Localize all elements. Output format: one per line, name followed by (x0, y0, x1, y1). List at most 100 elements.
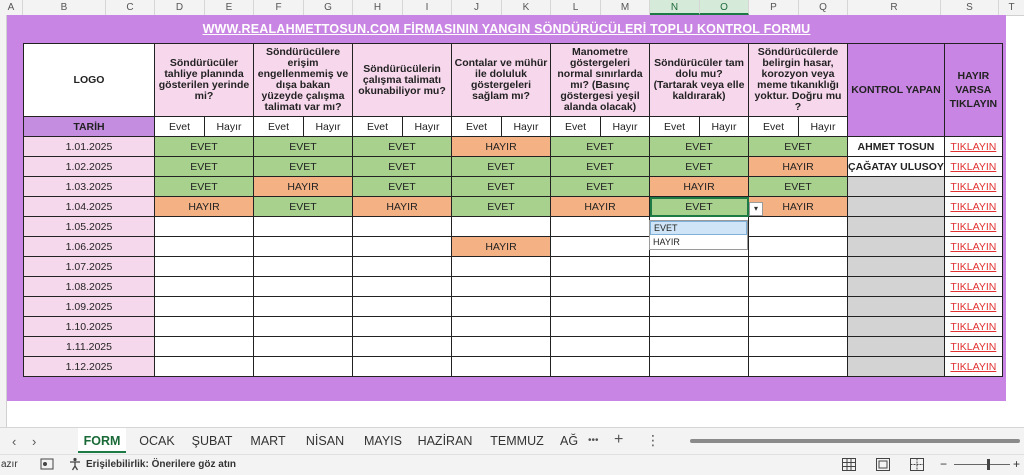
macro-record-icon[interactable] (40, 458, 54, 473)
add-sheet-icon[interactable]: + (614, 431, 623, 449)
date-cell[interactable]: 1.01.2025 (23, 136, 155, 157)
answer-cell[interactable]: EVET (550, 136, 650, 157)
kontrol-yapan-cell[interactable]: AHMET TOSUN (847, 136, 945, 157)
hayir-subheader[interactable]: Hayır (798, 116, 848, 137)
answer-cell[interactable] (550, 276, 650, 297)
answer-cell[interactable]: EVET (154, 136, 254, 157)
answer-cell[interactable] (451, 296, 551, 317)
answer-cell[interactable] (649, 356, 749, 377)
tiklayin-link[interactable]: TIKLAYIN (943, 156, 1003, 177)
answer-cell[interactable] (451, 256, 551, 277)
answer-cell[interactable]: EVET (352, 176, 452, 197)
answer-cell[interactable] (451, 356, 551, 377)
date-cell[interactable]: 1.07.2025 (23, 256, 155, 277)
answer-cell[interactable]: EVET (649, 196, 749, 217)
sheet-tab-2[interactable]: OCAK (132, 428, 182, 453)
answer-cell[interactable]: HAYIR (451, 236, 551, 257)
answer-cell[interactable] (253, 336, 353, 357)
answer-cell[interactable] (352, 316, 452, 337)
date-cell[interactable]: 1.06.2025 (23, 236, 155, 257)
date-cell[interactable]: 1.11.2025 (23, 336, 155, 357)
kontrol-yapan-cell[interactable] (847, 236, 945, 257)
date-cell[interactable]: 1.10.2025 (23, 316, 155, 337)
answer-cell[interactable]: EVET (253, 136, 353, 157)
answer-cell[interactable] (253, 236, 353, 257)
sheet-tab-7[interactable]: HAZİRAN (414, 428, 476, 453)
answer-cell[interactable] (352, 296, 452, 317)
answer-cell[interactable]: EVET (748, 136, 848, 157)
sheet-tab-5[interactable]: NİSAN (298, 428, 352, 453)
sheet-tab-1[interactable]: FORM (78, 428, 126, 453)
kontrol-yapan-cell[interactable] (847, 276, 945, 297)
column-header-e[interactable]: E (205, 0, 254, 15)
answer-cell[interactable] (550, 296, 650, 317)
column-header-q[interactable]: Q (799, 0, 848, 15)
answer-cell[interactable] (550, 316, 650, 337)
answer-cell[interactable]: EVET (649, 156, 749, 177)
answer-cell[interactable] (253, 256, 353, 277)
kontrol-yapan-cell[interactable] (847, 316, 945, 337)
answer-cell[interactable] (550, 216, 650, 237)
answer-cell[interactable] (748, 316, 848, 337)
accessibility-status[interactable]: Erişilebilirlik: Önerilere göz atın (86, 459, 236, 470)
hayir-varsa-header[interactable]: HAYIR VARSA TIKLAYIN (943, 43, 1003, 137)
answer-cell[interactable] (550, 236, 650, 257)
answer-cell[interactable]: HAYIR (154, 196, 254, 217)
sheet-tab-8[interactable]: TEMMUZ (482, 428, 552, 453)
kontrol-yapan-cell[interactable] (847, 336, 945, 357)
answer-cell[interactable] (748, 296, 848, 317)
answer-cell[interactable] (550, 336, 650, 357)
column-header-h[interactable]: H (353, 0, 403, 15)
column-header-a[interactable]: A (0, 0, 23, 15)
more-sheets-icon[interactable]: ••• (588, 435, 599, 446)
answer-cell[interactable]: EVET (352, 136, 452, 157)
answer-cell[interactable] (550, 256, 650, 277)
column-header-g[interactable]: G (304, 0, 353, 15)
column-header-c[interactable]: C (106, 0, 155, 15)
zoom-in-button[interactable]: + (1013, 457, 1020, 471)
evet-subheader[interactable]: Evet (550, 116, 601, 137)
answer-cell[interactable] (748, 336, 848, 357)
answer-cell[interactable]: EVET (550, 176, 650, 197)
date-cell[interactable]: 1.12.2025 (23, 356, 155, 377)
zoom-slider-track[interactable] (954, 464, 1010, 465)
column-header-t[interactable]: T (999, 0, 1024, 15)
column-header-k[interactable]: K (502, 0, 551, 15)
answer-cell[interactable] (550, 356, 650, 377)
hayir-subheader[interactable]: Hayır (303, 116, 353, 137)
answer-cell[interactable] (748, 216, 848, 237)
evet-subheader[interactable]: Evet (352, 116, 403, 137)
date-cell[interactable]: 1.03.2025 (23, 176, 155, 197)
answer-cell[interactable] (154, 356, 254, 377)
sheet-tab-6[interactable]: MAYIS (357, 428, 409, 453)
question-header-1[interactable]: Söndürücüler tahliye planında gösterilen… (154, 43, 254, 117)
answer-cell[interactable]: EVET (451, 176, 551, 197)
logo-cell[interactable]: LOGO (23, 43, 155, 117)
kontrol-yapan-cell[interactable]: ÇAĞATAY ULUSOY (847, 156, 945, 177)
evet-subheader[interactable]: Evet (748, 116, 799, 137)
normal-view-icon[interactable] (842, 458, 856, 474)
answer-cell[interactable] (649, 276, 749, 297)
kontrol-yapan-cell[interactable] (847, 196, 945, 217)
tab-bar-menu-icon[interactable]: ⋮ (646, 432, 660, 449)
answer-cell[interactable]: EVET (649, 136, 749, 157)
kontrol-yapan-cell[interactable] (847, 176, 945, 197)
answer-cell[interactable] (748, 256, 848, 277)
tiklayin-link[interactable]: TIKLAYIN (943, 316, 1003, 337)
answer-cell[interactable] (154, 276, 254, 297)
question-header-3[interactable]: Söndürücülerin çalışma talimatı okunabil… (352, 43, 452, 117)
answer-cell[interactable] (451, 216, 551, 237)
evet-subheader[interactable]: Evet (451, 116, 502, 137)
answer-cell[interactable]: HAYIR (748, 156, 848, 177)
evet-subheader[interactable]: Evet (253, 116, 304, 137)
answer-cell[interactable]: EVET (154, 156, 254, 177)
answer-cell[interactable]: HAYIR (253, 176, 353, 197)
chevron-right-icon[interactable]: › (32, 434, 36, 449)
page-break-icon[interactable] (910, 458, 924, 474)
page-layout-icon[interactable] (876, 458, 890, 474)
horizontal-scrollbar[interactable] (690, 439, 1020, 443)
column-header-l[interactable]: L (551, 0, 601, 15)
question-header-6[interactable]: Söndürücüler tam dolu mu? (Tartarak veya… (649, 43, 749, 117)
question-header-5[interactable]: Manometre göstergeleri normal sınırlarda… (550, 43, 650, 117)
answer-cell[interactable]: HAYIR (550, 196, 650, 217)
